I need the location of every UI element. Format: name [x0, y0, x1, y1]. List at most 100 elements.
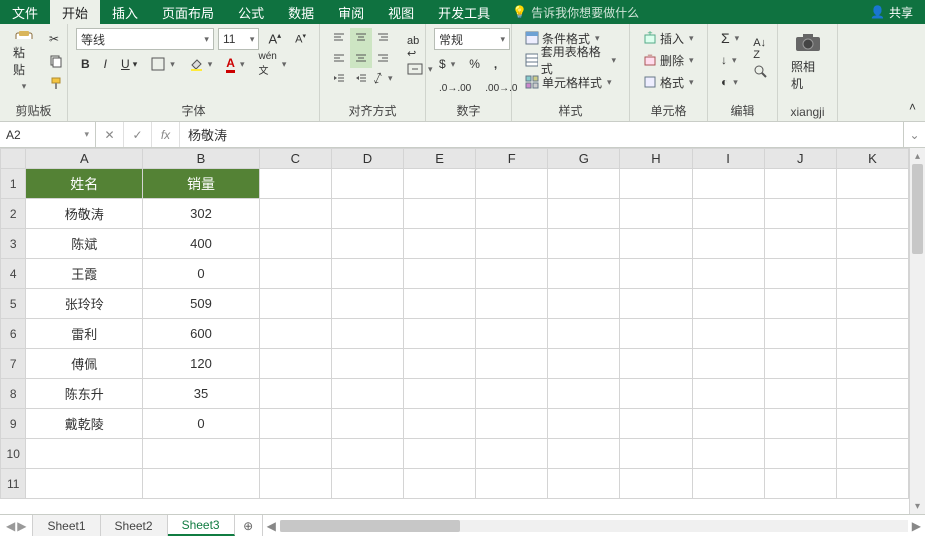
- cell[interactable]: [836, 259, 908, 289]
- cell[interactable]: [404, 409, 476, 439]
- cell[interactable]: [476, 379, 548, 409]
- cell[interactable]: [259, 349, 331, 379]
- tab-page-layout[interactable]: 页面布局: [150, 0, 226, 24]
- fill-color-button[interactable]: [184, 54, 218, 74]
- cell[interactable]: [692, 169, 764, 199]
- delete-cells-button[interactable]: −删除: [638, 50, 699, 70]
- tab-data[interactable]: 数据: [276, 0, 326, 24]
- cell[interactable]: [331, 409, 403, 439]
- cell[interactable]: [836, 439, 908, 469]
- name-box[interactable]: A2: [0, 122, 96, 147]
- cell[interactable]: [764, 439, 836, 469]
- row-header[interactable]: 10: [1, 439, 26, 469]
- cell[interactable]: 35: [143, 379, 260, 409]
- cell[interactable]: 600: [143, 319, 260, 349]
- cell[interactable]: [548, 409, 620, 439]
- cell[interactable]: [836, 379, 908, 409]
- fill-button[interactable]: ↓: [716, 50, 744, 70]
- orientation-button[interactable]: ⤢: [372, 68, 394, 88]
- cell[interactable]: [620, 439, 692, 469]
- cell[interactable]: [26, 469, 143, 499]
- autosum-button[interactable]: Σ: [716, 28, 744, 48]
- row-header[interactable]: 5: [1, 289, 26, 319]
- cell[interactable]: [692, 379, 764, 409]
- cell[interactable]: [259, 409, 331, 439]
- cell[interactable]: [764, 199, 836, 229]
- cell[interactable]: [476, 289, 548, 319]
- format-painter-button[interactable]: [44, 73, 68, 93]
- row-header[interactable]: 7: [1, 349, 26, 379]
- col-header-I[interactable]: I: [692, 149, 764, 169]
- cancel-formula-button[interactable]: ✕: [96, 122, 124, 147]
- accounting-format-button[interactable]: $: [434, 54, 460, 74]
- cell[interactable]: [836, 289, 908, 319]
- cell[interactable]: 张玲玲: [26, 289, 143, 319]
- cell[interactable]: [764, 349, 836, 379]
- cell[interactable]: [692, 349, 764, 379]
- find-select-button[interactable]: [748, 61, 772, 81]
- cell[interactable]: [331, 439, 403, 469]
- hscroll-track[interactable]: [280, 520, 908, 532]
- sheet-tab-3[interactable]: Sheet3: [168, 515, 235, 536]
- scroll-left-button[interactable]: ◀: [267, 519, 276, 533]
- cell[interactable]: [404, 319, 476, 349]
- format-as-table-button[interactable]: 套用表格格式: [520, 50, 621, 70]
- scroll-down-button[interactable]: ▾: [910, 498, 925, 514]
- tab-insert[interactable]: 插入: [100, 0, 150, 24]
- cell[interactable]: [620, 319, 692, 349]
- cell[interactable]: 0: [143, 259, 260, 289]
- cell[interactable]: [259, 289, 331, 319]
- cell[interactable]: [548, 259, 620, 289]
- font-name-select[interactable]: 等线: [76, 28, 214, 50]
- cell[interactable]: [836, 469, 908, 499]
- cell[interactable]: [331, 289, 403, 319]
- cell[interactable]: [692, 469, 764, 499]
- vscroll-thumb[interactable]: [912, 164, 923, 254]
- increase-decimal-button[interactable]: .0→.00: [434, 78, 476, 98]
- tab-developer[interactable]: 开发工具: [426, 0, 502, 24]
- cell[interactable]: [143, 469, 260, 499]
- cell-styles-button[interactable]: 单元格样式: [520, 72, 621, 92]
- insert-cells-button[interactable]: +插入: [638, 28, 699, 48]
- cell[interactable]: 傅佩: [26, 349, 143, 379]
- cell[interactable]: [476, 409, 548, 439]
- collapse-ribbon-button[interactable]: ˄: [904, 97, 921, 117]
- col-header-K[interactable]: K: [836, 149, 908, 169]
- italic-button[interactable]: I: [99, 54, 112, 74]
- format-cells-button[interactable]: 格式: [638, 72, 699, 92]
- cell[interactable]: 销量: [143, 169, 260, 199]
- increase-font-button[interactable]: A▴: [263, 29, 286, 49]
- cell[interactable]: 0: [143, 409, 260, 439]
- cell[interactable]: [476, 439, 548, 469]
- cell[interactable]: [620, 199, 692, 229]
- cell[interactable]: [548, 439, 620, 469]
- sheet-nav-arrows[interactable]: ◀▶: [0, 515, 33, 536]
- cell[interactable]: [548, 289, 620, 319]
- cell[interactable]: [548, 469, 620, 499]
- comma-button[interactable]: ,: [489, 54, 502, 74]
- cell[interactable]: [764, 289, 836, 319]
- increase-indent[interactable]: [350, 68, 372, 88]
- cell[interactable]: [692, 199, 764, 229]
- phonetic-button[interactable]: wén文: [253, 54, 291, 74]
- cell[interactable]: 王霞: [26, 259, 143, 289]
- cell[interactable]: [331, 259, 403, 289]
- decrease-font-button[interactable]: A▾: [290, 29, 311, 49]
- scroll-up-button[interactable]: ▴: [910, 148, 925, 164]
- col-header-B[interactable]: B: [143, 149, 260, 169]
- row-header[interactable]: 1: [1, 169, 26, 199]
- row-header[interactable]: 11: [1, 469, 26, 499]
- cell[interactable]: [259, 229, 331, 259]
- col-header-C[interactable]: C: [259, 149, 331, 169]
- cell[interactable]: [476, 199, 548, 229]
- cell[interactable]: [836, 199, 908, 229]
- tab-file[interactable]: 文件: [0, 0, 50, 24]
- cell[interactable]: 杨敬涛: [26, 199, 143, 229]
- vertical-scrollbar[interactable]: ▴ ▾: [909, 148, 925, 514]
- cell[interactable]: [404, 259, 476, 289]
- cell[interactable]: [620, 229, 692, 259]
- cell[interactable]: 400: [143, 229, 260, 259]
- expand-formula-bar-button[interactable]: ⌄: [903, 122, 925, 147]
- cell[interactable]: [259, 379, 331, 409]
- cell[interactable]: [404, 469, 476, 499]
